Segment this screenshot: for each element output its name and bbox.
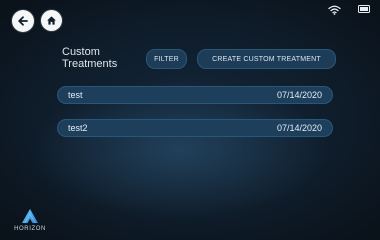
app-screen: Custom Treatments FILTER CREATE CUSTOM T… bbox=[0, 0, 380, 240]
treatment-date: 07/14/2020 bbox=[276, 123, 322, 133]
treatment-row[interactable]: test 07/14/2020 bbox=[57, 86, 333, 104]
page-title-line1: Custom bbox=[62, 46, 100, 58]
filter-button[interactable]: FILTER bbox=[146, 49, 187, 69]
arrow-left-icon bbox=[18, 16, 28, 26]
page-title-line2: Treatments bbox=[62, 58, 118, 70]
treatment-name: test bbox=[68, 90, 83, 100]
home-icon bbox=[47, 16, 56, 25]
treatment-date: 07/14/2020 bbox=[276, 90, 322, 100]
wifi-icon bbox=[328, 5, 341, 15]
create-custom-treatment-button[interactable]: CREATE CUSTOM TREATMENT bbox=[197, 49, 336, 69]
battery-icon bbox=[358, 5, 370, 13]
create-custom-treatment-label: CREATE CUSTOM TREATMENT bbox=[212, 55, 321, 63]
back-button[interactable] bbox=[12, 10, 34, 32]
page-title: Custom Treatments bbox=[62, 46, 132, 70]
treatment-name: test2 bbox=[68, 123, 88, 133]
treatment-row[interactable]: test2 07/14/2020 bbox=[57, 119, 333, 137]
home-button[interactable] bbox=[41, 10, 62, 31]
brand-name: HORIZON bbox=[14, 226, 46, 232]
filter-button-label: FILTER bbox=[154, 55, 179, 63]
